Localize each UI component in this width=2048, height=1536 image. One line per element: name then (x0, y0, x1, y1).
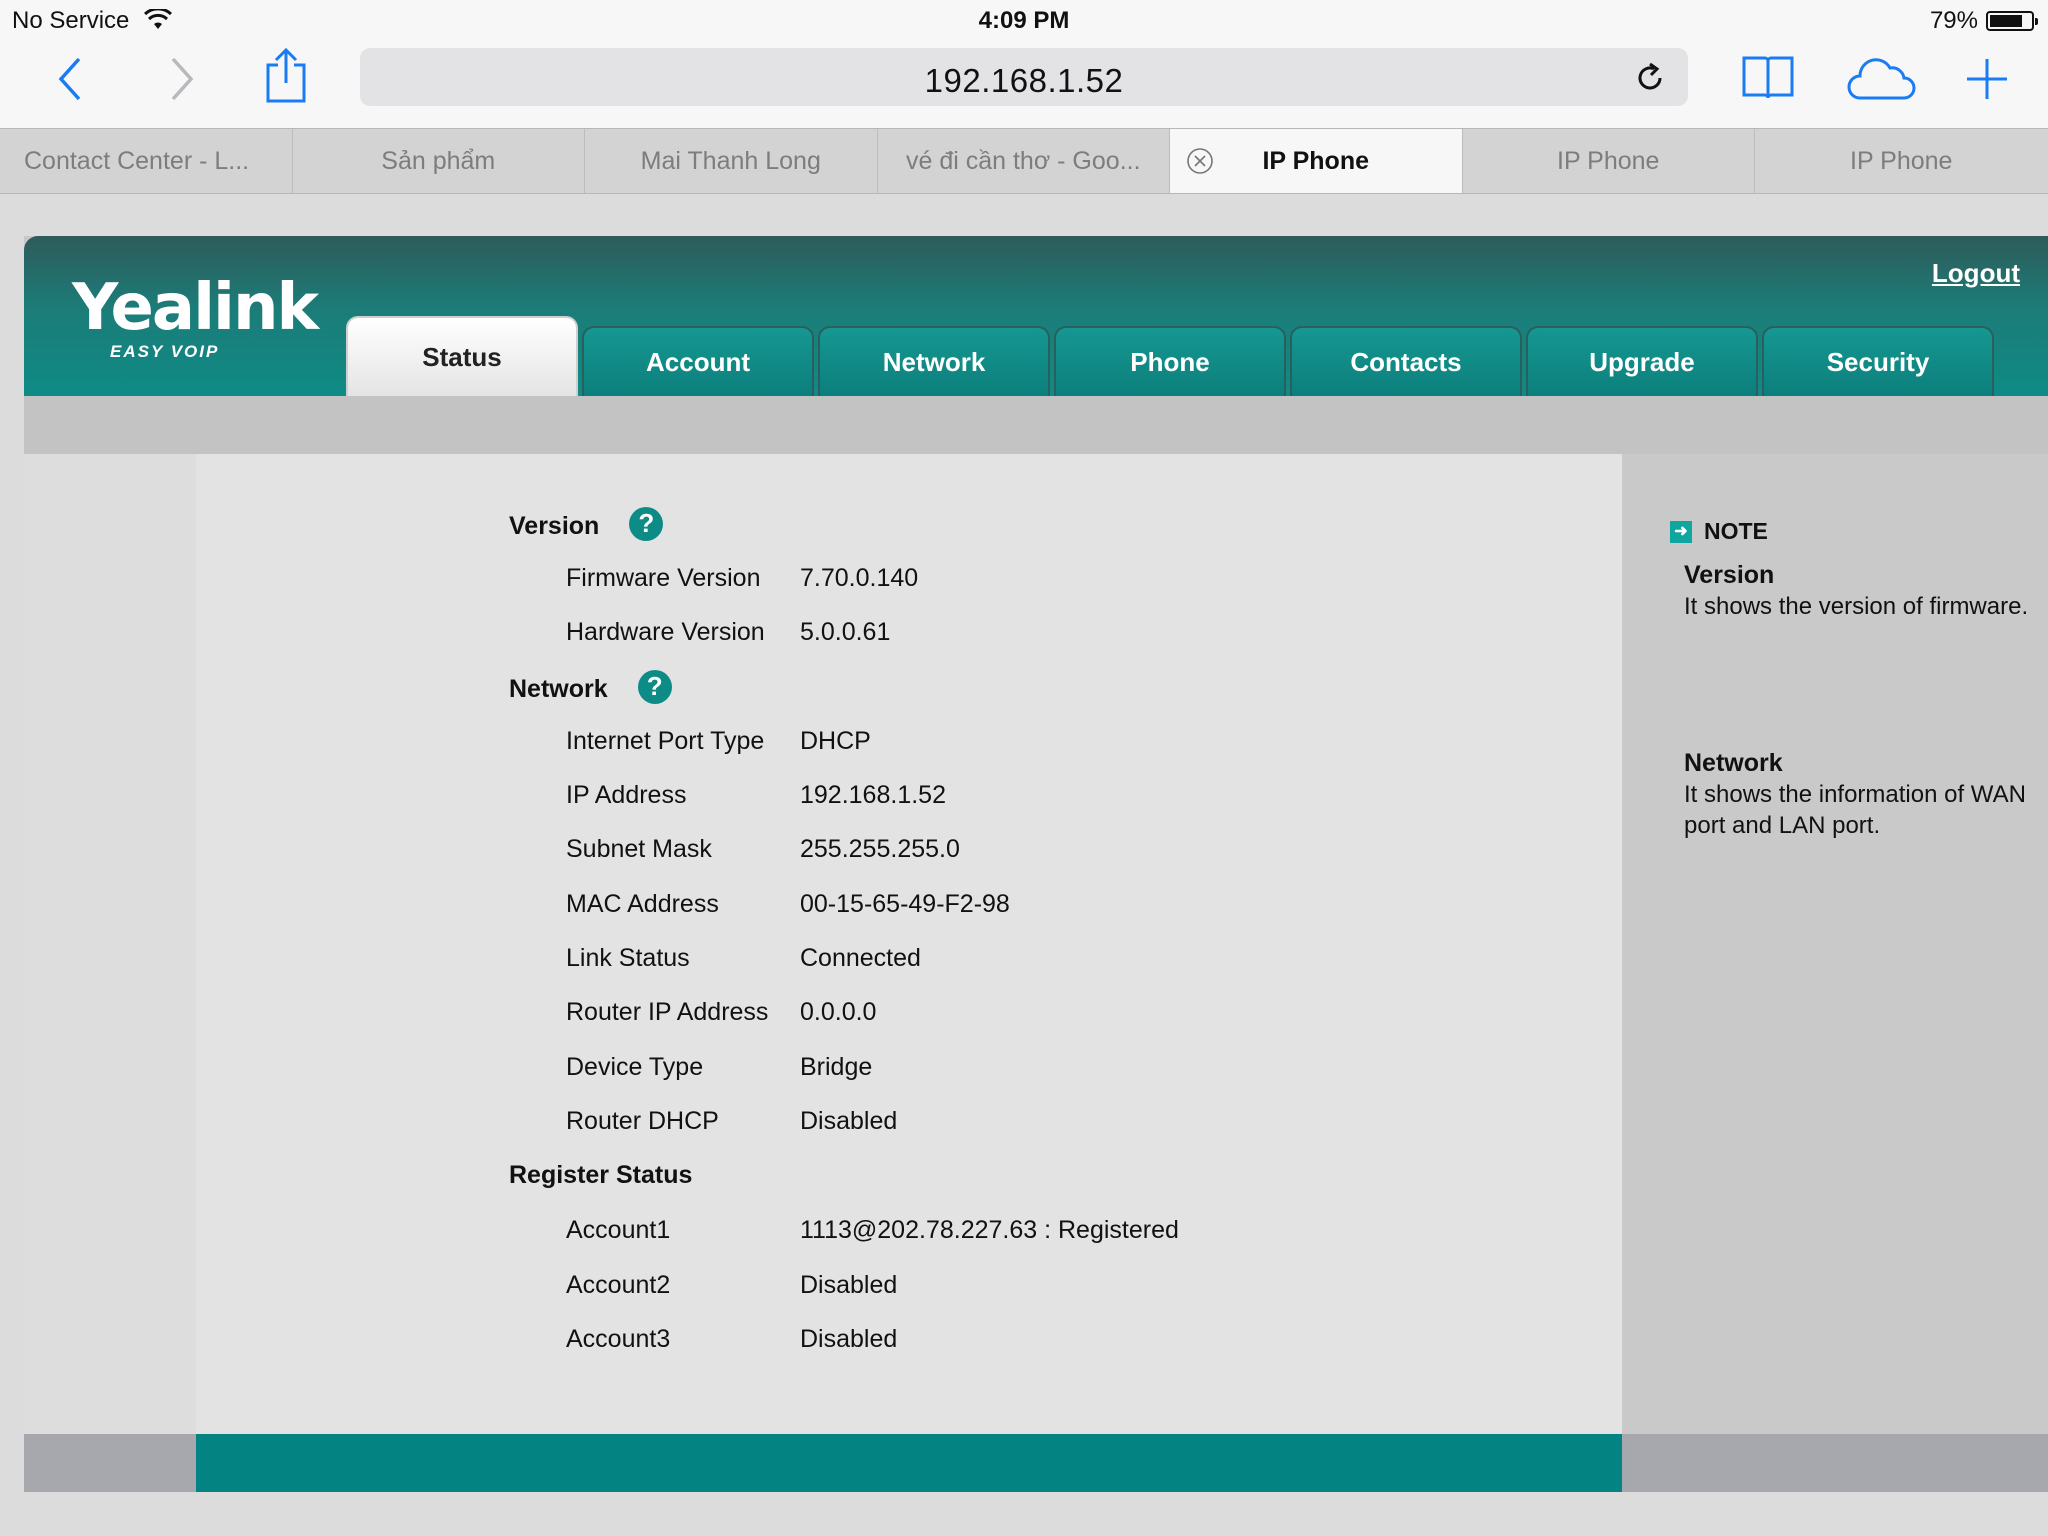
tab-label: Contact Center - L... (24, 146, 250, 175)
section-label: Network (509, 675, 608, 703)
device-type-label: Device Type (566, 1053, 704, 1081)
web-page: Yealink EASY VOIP Logout Status Account … (0, 194, 2048, 1536)
yealink-logo: Yealink EASY VOIP (72, 271, 319, 362)
section-label: Register Status (509, 1161, 693, 1189)
clock: 4:09 PM (978, 7, 1070, 34)
app-header: Yealink EASY VOIP Logout Status Account … (24, 236, 2048, 396)
ip-address-value: 192.168.1.52 (800, 781, 946, 809)
note-heading: ➜ NOTE (1670, 518, 1768, 545)
tab-label: vé đi cần thơ - Goo... (905, 146, 1141, 175)
note-panel: ➜ NOTE Version It shows the version of f… (1622, 454, 2048, 1434)
browser-tab[interactable]: Mai Thanh Long (585, 129, 878, 193)
sub-nav-bar (24, 396, 2048, 454)
share-icon[interactable] (262, 46, 310, 104)
browser-tab[interactable]: Contact Center - L... (0, 129, 293, 193)
note-item-text: It shows the information of WAN port and… (1684, 781, 2026, 839)
note-item-text: It shows the version of firmware. (1684, 593, 2029, 620)
icloud-tabs-icon[interactable] (1846, 54, 1916, 102)
forward-icon[interactable] (162, 54, 202, 104)
link-status-value: Connected (800, 944, 921, 972)
router-dhcp-label: Router DHCP (566, 1107, 719, 1135)
account1-label: Account1 (566, 1216, 671, 1244)
device-type-value: Bridge (800, 1053, 873, 1081)
footer-bar (196, 1434, 1622, 1492)
nav-tab-phone[interactable]: Phone (1054, 326, 1286, 396)
brand-tagline: EASY VOIP (110, 342, 220, 361)
bookmarks-icon[interactable] (1740, 52, 1796, 102)
note-item-version: Version It shows the version of firmware… (1684, 560, 2044, 622)
browser-tab[interactable]: IP Phone (1755, 129, 2048, 193)
mac-address-label: MAC Address (566, 890, 719, 918)
browser-tab-active[interactable]: IP Phone (1170, 129, 1463, 193)
router-dhcp-value: Disabled (800, 1107, 898, 1135)
account3-value: Disabled (800, 1325, 898, 1353)
tab-label: IP Phone (1850, 146, 1953, 175)
note-item-title: Network (1684, 749, 1783, 777)
url-text: 192.168.1.52 (924, 62, 1124, 99)
subnet-mask-value: 255.255.255.0 (800, 835, 960, 863)
version-section-title: Version ? (509, 506, 664, 541)
link-status-label: Link Status (566, 944, 690, 972)
account2-value: Disabled (800, 1271, 898, 1299)
tab-label: IP Phone (1262, 146, 1369, 175)
footer-right (1622, 1434, 2048, 1492)
firmware-version-value: 7.70.0.140 (800, 564, 919, 592)
browser-tab-strip: Contact Center - L... Sản phẩm Mai Thanh… (0, 128, 2048, 194)
note-item-network: Network It shows the information of WAN … (1684, 748, 2044, 841)
battery-icon (1986, 11, 2038, 31)
account1-value: 1113@202.78.227.63 : Registered (800, 1216, 1179, 1244)
nav-tab-status[interactable]: Status (346, 316, 578, 396)
left-menu-column (24, 454, 196, 1434)
mac-address-value: 00-15-65-49-F2-98 (800, 890, 1010, 918)
internet-port-type-value: DHCP (800, 727, 871, 755)
close-tab-icon[interactable] (1186, 147, 1214, 175)
footer-left (24, 1434, 196, 1492)
help-icon[interactable]: ? (629, 506, 664, 541)
battery-percentage: 79% (1929, 7, 1978, 34)
note-heading-label: NOTE (1704, 518, 1768, 544)
browser-tab[interactable]: IP Phone (1463, 129, 1755, 193)
new-tab-icon[interactable] (1962, 54, 2012, 104)
section-label: Version (509, 512, 600, 540)
nav-tab-contacts[interactable]: Contacts (1290, 326, 1522, 396)
browser-tab[interactable]: Sản phẩm (293, 129, 585, 193)
hardware-version-value: 5.0.0.61 (800, 618, 891, 646)
reload-icon[interactable] (1634, 62, 1666, 94)
help-icon[interactable]: ? (637, 669, 672, 704)
router-ip-value: 0.0.0.0 (800, 998, 877, 1026)
ip-address-label: IP Address (566, 781, 687, 809)
network-section-title: Network ? (509, 669, 672, 704)
brand-name: Yealink (72, 271, 319, 345)
account2-label: Account2 (566, 1271, 671, 1299)
tab-label: Sản phẩm (381, 146, 496, 175)
router-ip-label: Router IP Address (566, 998, 769, 1026)
arrow-right-icon: ➜ (1670, 520, 1692, 543)
logout-link[interactable]: Logout (1932, 258, 2020, 289)
tab-label: IP Phone (1557, 146, 1660, 175)
address-bar[interactable]: 192.168.1.52 (360, 48, 1688, 106)
firmware-version-label: Firmware Version (566, 564, 761, 592)
subnet-mask-label: Subnet Mask (566, 835, 712, 863)
hardware-version-label: Hardware Version (566, 618, 765, 646)
internet-port-type-label: Internet Port Type (566, 727, 765, 755)
nav-tab-upgrade[interactable]: Upgrade (1526, 326, 1758, 396)
account3-label: Account3 (566, 1325, 671, 1353)
back-icon[interactable] (50, 54, 90, 104)
register-status-section-title: Register Status (509, 1161, 692, 1190)
ios-status-bar: No Service 4:09 PM 79% (0, 0, 2048, 40)
nav-tab-network[interactable]: Network (818, 326, 1050, 396)
note-item-title: Version (1684, 561, 1775, 589)
nav-tab-account[interactable]: Account (582, 326, 814, 396)
status-content: Version ? Firmware Version 7.70.0.140 Ha… (196, 454, 1622, 1434)
yealink-admin-frame: Yealink EASY VOIP Logout Status Account … (24, 236, 2048, 1492)
browser-tab[interactable]: vé đi cần thơ - Goo... (878, 129, 1170, 193)
tab-label: Mai Thanh Long (640, 146, 821, 175)
nav-tab-security[interactable]: Security (1762, 326, 1994, 396)
browser-toolbar: 192.168.1.52 (0, 40, 2048, 128)
